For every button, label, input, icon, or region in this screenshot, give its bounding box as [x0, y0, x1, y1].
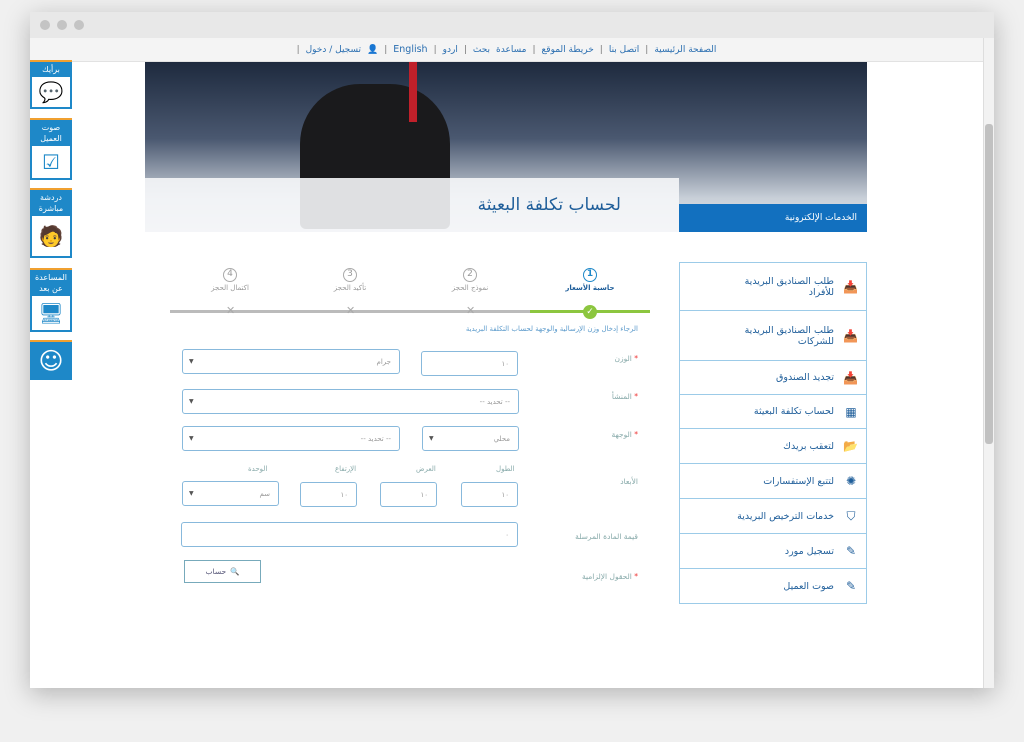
required-fields-note: * الحقول الإلزامية	[581, 572, 638, 581]
weight-label: * الوزن	[614, 354, 638, 363]
hero-banner: لحساب تكلفة البعيثة الخدمات الإلكترونية	[145, 62, 867, 232]
length-label: الطول	[496, 465, 515, 473]
menu-item-company-boxes[interactable]: 📥 طلب الصناديق البريدية للشركات	[680, 311, 866, 361]
shield-icon: ⛉	[846, 508, 856, 523]
weight-unit-select[interactable]: جرام ▼	[182, 349, 400, 374]
nav-home[interactable]: الصفحة الرئيسية	[654, 45, 716, 55]
step-4: 4 اكتمال الحجز	[211, 268, 249, 292]
menu-item-licensing[interactable]: ⛉ خدمات الترخيص البريدية	[680, 499, 866, 534]
origin-label: * المنشأ	[611, 392, 638, 401]
unit-label: الوحدة	[248, 465, 268, 473]
nav-login[interactable]: تسجيل / دخول	[306, 45, 361, 55]
length-input[interactable]: ١٠	[461, 482, 518, 507]
origin-select[interactable]: -- تحديد -- ▼	[182, 389, 519, 414]
nav-sitemap[interactable]: خريطة الموقع	[541, 45, 593, 55]
chevron-down-icon: ▼	[189, 490, 194, 497]
close-window-button[interactable]	[40, 20, 50, 30]
inbox-icon: 📥	[843, 328, 858, 343]
page-title: لحساب تكلفة البعيثة	[145, 178, 679, 232]
width-label: العرض	[416, 465, 436, 473]
title-bar	[30, 12, 994, 38]
widget-remote-help[interactable]: المساعدة عن بعد 🖥	[30, 268, 72, 332]
nav-help[interactable]: مساعدة	[496, 45, 526, 55]
nav-english[interactable]: English	[393, 44, 427, 55]
top-nav: الصفحة الرئيسية | اتصل بنا | خريطة الموقع |…	[30, 38, 983, 62]
services-heading: الخدمات الإلكترونية	[679, 204, 867, 232]
menu-item-supplier-registration[interactable]: ✎ تسجيل مورد	[680, 534, 866, 569]
step-3: 3 تأكيد الحجز	[333, 268, 367, 292]
speech-bubble-icon: 💬	[32, 77, 70, 107]
booking-steps: 1 حاسبة الأسعار 2 نموذج الحجز 3 تأكيد الحجز…	[170, 268, 650, 319]
menu-item-cost-calculator[interactable]: ▦ لحساب تكلفة البعيثة	[680, 395, 866, 429]
widget-customer-voice[interactable]: صوت العميل ☑	[30, 118, 72, 180]
menu-item-renew-box[interactable]: 📥 تجديد الصندوق	[680, 361, 866, 395]
edit-icon: ✎	[845, 544, 857, 558]
menu-item-track-mail[interactable]: 📂 لتعقب بريدك	[680, 429, 866, 464]
edit-icon: ✎	[845, 579, 857, 593]
nav-contact[interactable]: اتصل بنا	[609, 45, 639, 55]
track-icon: 📂	[843, 439, 858, 453]
menu-item-track-inquiries[interactable]: ✺ لتتبع الإستفسارات	[680, 464, 866, 499]
destination-label: * الوجهة	[611, 430, 639, 439]
inbox-icon: 📥	[843, 370, 858, 385]
nav-urdu[interactable]: اردو	[443, 45, 458, 55]
x-icon: ✕	[466, 304, 476, 317]
calculate-button[interactable]: 🔍 حساب	[184, 560, 261, 583]
dimension-unit-select[interactable]: سم ▼	[182, 481, 279, 506]
smiley-icon[interactable]: ☺	[30, 340, 72, 380]
widget-feedback[interactable]: برأيك 💬	[30, 60, 72, 109]
dimensions-label: الأبعاد	[620, 477, 638, 486]
widget-live-chat[interactable]: دردشة مباشرة 🧑	[30, 188, 72, 258]
step-2: 2 نموذج الحجز	[451, 268, 489, 292]
maximize-window-button[interactable]	[74, 20, 84, 30]
chevron-down-icon: ▼	[189, 398, 194, 405]
search-icon: 🔍	[230, 567, 240, 576]
menu-item-customer-voice[interactable]: ✎ صوت العميل	[680, 569, 866, 603]
inbox-icon: 📥	[843, 279, 858, 294]
chat-agent-icon: 🧑	[32, 216, 70, 256]
scrollbar[interactable]	[983, 38, 994, 688]
height-label: الإرتفاع	[335, 465, 357, 473]
chevron-down-icon: ▼	[189, 435, 194, 442]
destination-type-select[interactable]: محلي ▼	[422, 426, 519, 451]
remote-desktop-icon: 🖥	[32, 296, 70, 330]
form-intro: الرجاء إدخال وزن الإرسالية والوجهة لحساب…	[465, 325, 638, 333]
user-icon: 👤	[367, 44, 379, 55]
destination-select[interactable]: -- تحديد -- ▼	[182, 426, 400, 451]
menu-item-individual-boxes[interactable]: 📥 طلب الصناديق البريدية للأفراد	[680, 263, 866, 311]
browser-window: الصفحة الرئيسية | اتصل بنا | خريطة الموقع |…	[30, 12, 994, 688]
mailbox-flag	[409, 62, 417, 122]
item-value-label: قيمة المادة المرسلة	[575, 532, 638, 541]
x-icon: ✕	[346, 304, 356, 317]
step-1: 1 حاسبة الأسعار	[565, 268, 615, 292]
spinner-icon: ✺	[845, 474, 857, 488]
services-menu: 📥 طلب الصناديق البريدية للأفراد 📥 طلب الصن…	[679, 262, 867, 604]
chevron-down-icon: ▼	[189, 358, 194, 365]
scrollbar-thumb[interactable]	[985, 124, 993, 444]
chevron-down-icon: ▼	[429, 435, 434, 442]
checkbox-icon: ☑	[32, 146, 70, 178]
height-input[interactable]: ١٠	[300, 482, 357, 507]
minimize-window-button[interactable]	[57, 20, 67, 30]
width-input[interactable]: ١٠	[380, 482, 437, 507]
weight-input[interactable]: ١٠	[421, 351, 518, 376]
check-icon: ✓	[583, 305, 597, 319]
x-icon: ✕	[226, 304, 236, 317]
item-value-input[interactable]: ٠	[181, 522, 518, 547]
calculator-icon: ▦	[845, 404, 857, 419]
nav-search[interactable]: بحث	[473, 45, 490, 55]
